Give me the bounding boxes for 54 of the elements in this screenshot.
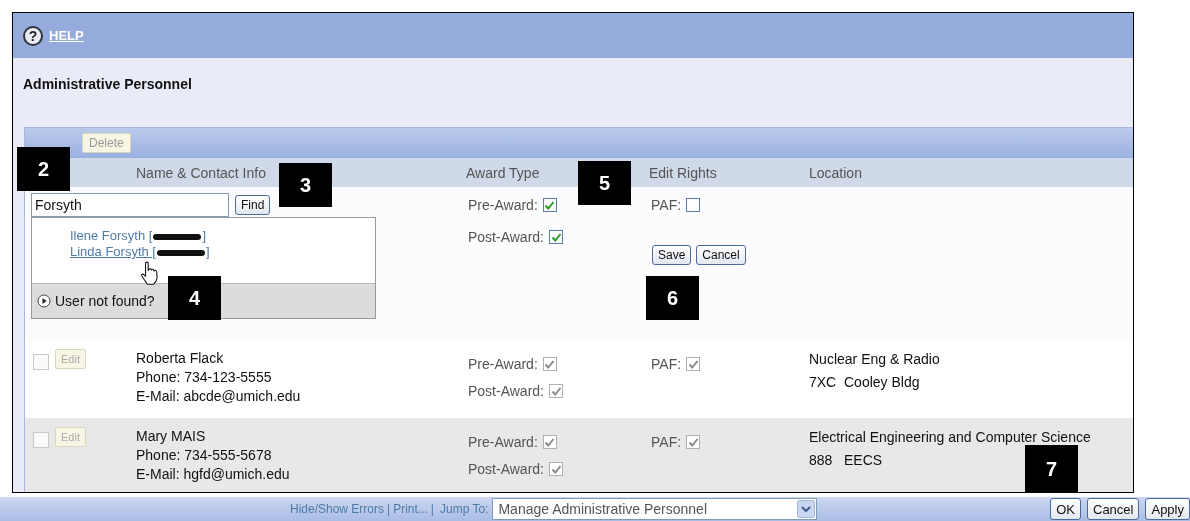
- checkbox-label: Pre-Award:: [468, 434, 538, 450]
- callout-label: 5: [578, 161, 631, 205]
- column-header: Location: [809, 164, 863, 181]
- expand-icon[interactable]: [37, 294, 51, 308]
- column-header: Edit Rights: [649, 164, 718, 181]
- contact-email: E-Mail: hgfd@umich.edu: [136, 465, 291, 484]
- checkbox-label: PAF:: [651, 197, 682, 213]
- footer-button[interactable]: Apply: [1145, 498, 1190, 520]
- cancel-button[interactable]: Cancel: [696, 245, 746, 265]
- redaction-mark: [157, 249, 205, 256]
- help-icon[interactable]: ?: [23, 25, 43, 46]
- location-text: 888 EECS: [809, 451, 883, 470]
- callout-label: 3: [279, 163, 332, 207]
- jump-select[interactable]: Manage Administrative Personnel: [492, 498, 818, 520]
- page-title: Administrative Personnel: [22, 75, 193, 94]
- jump-label: Jump To:: [439, 502, 489, 516]
- checkbox-label: Pre-Award:: [468, 197, 538, 213]
- footer-button[interactable]: OK: [1050, 498, 1081, 520]
- checkbox-label: Post-Award:: [468, 229, 544, 245]
- checkbox[interactable]: [549, 230, 563, 244]
- checkbox[interactable]: [686, 198, 701, 212]
- separator: |: [430, 502, 434, 516]
- location-text: 7XC Cooley Bldg: [809, 373, 920, 392]
- checkbox[interactable]: [542, 198, 557, 212]
- result-link[interactable]: Ilene Forsyth [ ]: [70, 228, 375, 244]
- checkbox-label: PAF:: [651, 434, 682, 450]
- search-field[interactable]: Forsyth: [31, 193, 229, 217]
- contact-email: E-Mail: abcde@umich.edu: [136, 387, 302, 406]
- user-not-found-link[interactable]: User not found?: [55, 293, 155, 309]
- redaction-mark: [153, 233, 202, 240]
- checkbox-label: Pre-Award:: [468, 356, 538, 372]
- callout-label: 4: [168, 276, 221, 320]
- contact-phone: Phone: 734-555-5678: [136, 446, 273, 465]
- contact-phone: Phone: 734-123-5555: [136, 368, 273, 387]
- location-text: Electrical Engineering and Computer Science: [809, 428, 1091, 447]
- checkbox-label: PAF:: [651, 356, 682, 372]
- location-text: Nuclear Eng & Radio: [809, 350, 940, 369]
- callout-label: 7: [1025, 445, 1078, 493]
- contact-name: Mary MAIS: [136, 427, 207, 446]
- save-button[interactable]: Save: [652, 245, 692, 265]
- row-checkbox[interactable]: [33, 432, 49, 448]
- hand-cursor-icon: [140, 261, 160, 286]
- result-link[interactable]: Linda Forsyth [ ]: [70, 244, 375, 260]
- callout-label: 2: [17, 147, 70, 191]
- contact-name: Roberta Flack: [136, 349, 225, 368]
- separator: |: [387, 502, 391, 516]
- checkbox-label: Post-Award:: [468, 461, 544, 477]
- callout-label: 6: [646, 276, 699, 320]
- column-header: Name & Contact Info: [136, 164, 267, 181]
- find-button[interactable]: Find: [235, 195, 271, 215]
- column-header: Award Type: [466, 164, 541, 181]
- checkbox-label: Post-Award:: [468, 383, 544, 399]
- row-checkbox[interactable]: [33, 354, 49, 370]
- footer-button[interactable]: Cancel: [1087, 498, 1140, 520]
